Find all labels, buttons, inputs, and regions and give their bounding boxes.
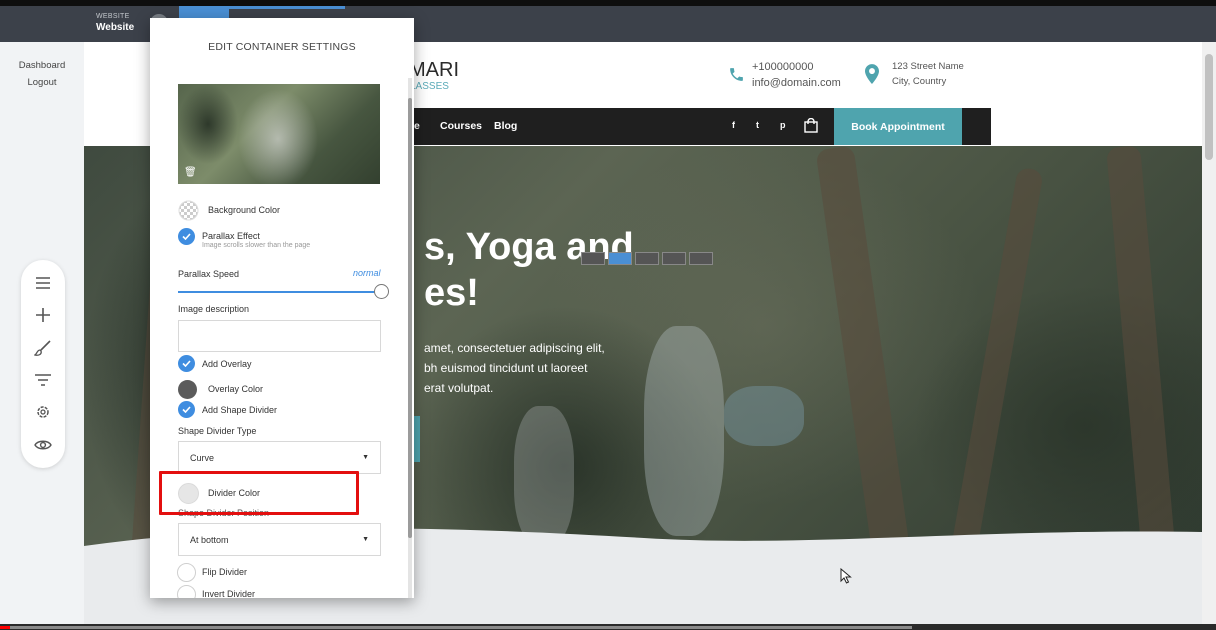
panel-title: EDIT CONTAINER SETTINGS <box>208 41 356 53</box>
parallax-speed-label: Parallax Speed <box>178 269 240 279</box>
pinterest-icon[interactable]: p <box>780 120 786 130</box>
column-layout-switcher <box>581 252 713 267</box>
gear-icon[interactable] <box>31 400 55 424</box>
add-shape-divider-checkbox[interactable] <box>178 401 195 418</box>
site-address-line2: City, Country <box>892 76 947 87</box>
editor-toolbox <box>21 260 65 468</box>
hero-background-tree <box>815 146 911 558</box>
background-image-thumbnail[interactable]: 🗑 <box>178 84 380 184</box>
hero-text-line1: amet, consectetuer adipiscing elit, <box>424 341 605 355</box>
flip-divider-checkbox[interactable] <box>177 563 196 582</box>
filter-icon[interactable] <box>31 368 55 392</box>
invert-divider-label: Invert Divider <box>202 589 256 598</box>
overlay-color-swatch[interactable] <box>178 380 197 399</box>
parallax-effect-checkbox[interactable] <box>178 228 195 245</box>
background-color-swatch[interactable] <box>178 200 199 221</box>
hero-background-tree <box>950 166 1044 558</box>
nav-item-home[interactable]: e <box>414 120 420 132</box>
parallax-effect-label: Parallax Effect <box>202 231 260 241</box>
hero-text-line2: bh euismod tincidunt ut laoreet <box>424 361 588 375</box>
video-played-bar <box>0 626 10 629</box>
trash-icon[interactable]: 🗑 <box>184 167 197 178</box>
hero-title-line2: es! <box>424 272 479 314</box>
checkmark-icon <box>182 360 191 367</box>
sidebar-item-dashboard[interactable]: Dashboard <box>0 60 84 71</box>
panel-scrollbar-thumb[interactable] <box>408 98 412 538</box>
hero-title: s, Yoga and es! <box>424 224 634 316</box>
add-shape-divider-label: Add Shape Divider <box>202 405 278 415</box>
invert-divider-checkbox[interactable] <box>177 585 196 598</box>
hero-background-tree <box>1106 146 1176 558</box>
parallax-speed-value: normal <box>353 268 381 278</box>
site-email: info@domain.com <box>752 77 841 89</box>
shape-divider-type-label: Shape Divider Type <box>178 426 257 436</box>
shape-divider-type-value: Curve <box>190 452 215 463</box>
hero-text-line3: erat volutpat. <box>424 381 494 395</box>
layout-option-5col[interactable] <box>689 252 713 265</box>
shopping-bag-icon[interactable] <box>804 118 818 133</box>
menu-icon[interactable] <box>31 271 55 295</box>
shape-divider-position-value: At bottom <box>190 534 229 545</box>
site-navbar: e Courses Blog f t p Book Appointment <box>414 108 991 145</box>
image-description-input[interactable] <box>178 320 381 352</box>
site-phone: +100000000 <box>752 61 814 73</box>
mouse-cursor-icon <box>840 568 852 584</box>
layout-option-3col[interactable] <box>635 252 659 265</box>
book-appointment-button[interactable]: Book Appointment <box>834 108 962 145</box>
website-name[interactable]: Website <box>96 22 134 33</box>
video-progress-bar[interactable] <box>0 624 1216 630</box>
flip-divider-label: Flip Divider <box>202 567 248 577</box>
parallax-effect-description: Image scrolls slower than the page <box>202 242 311 249</box>
site-logo-subtitle: LASSES <box>410 81 449 92</box>
shape-divider-position-select[interactable]: At bottom ▼ <box>178 523 381 556</box>
nav-item-blog[interactable]: Blog <box>494 120 517 132</box>
website-label: WEBSITE <box>96 13 130 20</box>
site-address-line1: 123 Street Name <box>892 61 964 72</box>
plus-icon[interactable] <box>31 303 55 327</box>
map-pin-icon <box>865 64 879 84</box>
hero-text: amet, consectetuer adipiscing elit, bh e… <box>424 338 605 398</box>
facebook-icon[interactable]: f <box>732 120 735 130</box>
add-overlay-label: Add Overlay <box>202 359 252 369</box>
shape-divider-type-select[interactable]: Curve ▼ <box>178 441 381 474</box>
site-logo-title[interactable]: MARI <box>409 59 459 82</box>
layout-option-2col[interactable] <box>608 252 632 265</box>
active-tab-indicator <box>229 6 345 9</box>
background-color-label: Background Color <box>208 205 281 215</box>
phone-icon <box>730 68 743 81</box>
nav-item-courses[interactable]: Courses <box>440 120 482 132</box>
checkmark-icon <box>182 406 191 413</box>
page-scrollbar[interactable] <box>1202 42 1216 624</box>
twitter-icon[interactable]: t <box>756 120 759 130</box>
parallax-speed-slider-track[interactable] <box>178 291 382 293</box>
layout-option-1col[interactable] <box>581 252 605 265</box>
chevron-down-icon: ▼ <box>362 536 369 543</box>
eye-icon[interactable] <box>31 433 55 457</box>
sidebar-item-logout[interactable]: Logout <box>0 77 84 88</box>
brush-icon[interactable] <box>31 336 55 360</box>
image-description-label: Image description <box>178 304 250 314</box>
page-scrollbar-thumb[interactable] <box>1205 54 1213 160</box>
chevron-down-icon: ▼ <box>362 454 369 461</box>
checkmark-icon <box>182 233 191 240</box>
hero-yoga-figure <box>724 386 804 446</box>
divider-color-highlight <box>159 471 359 515</box>
add-overlay-checkbox[interactable] <box>178 355 195 372</box>
video-buffered-bar <box>0 626 912 629</box>
hero-yoga-figure <box>644 326 724 536</box>
layout-option-4col[interactable] <box>662 252 686 265</box>
parallax-speed-slider-handle[interactable] <box>374 284 389 299</box>
overlay-color-label: Overlay Color <box>208 384 264 394</box>
